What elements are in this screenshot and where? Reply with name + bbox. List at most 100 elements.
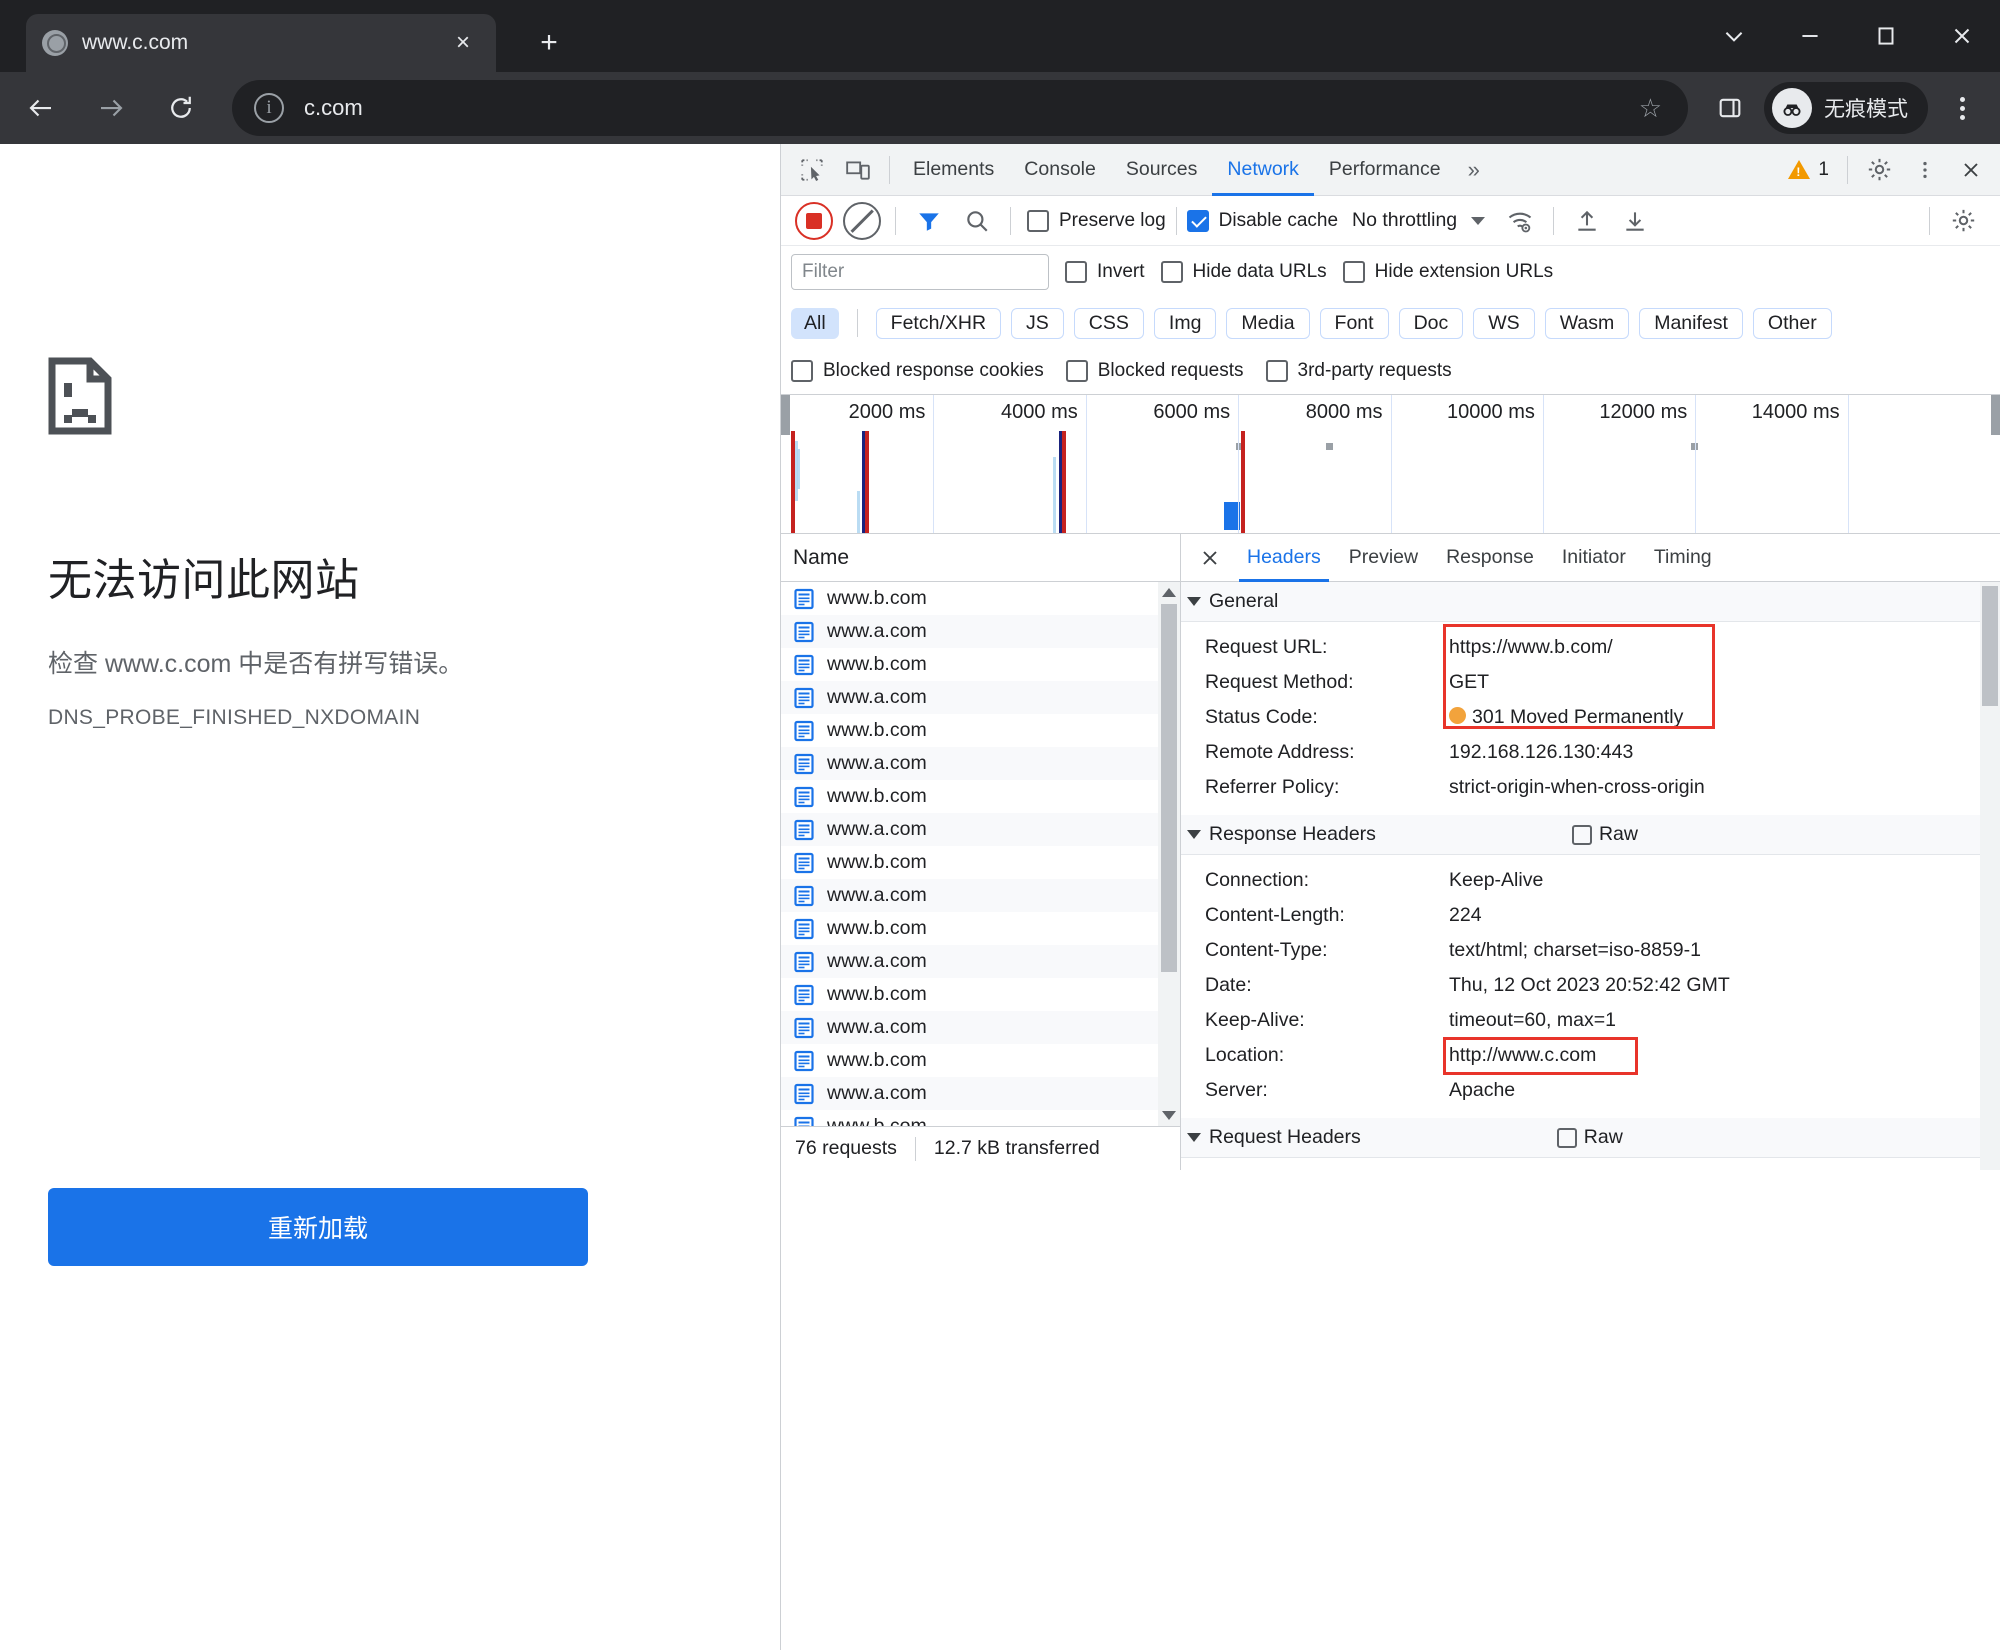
incognito-indicator[interactable]: 无痕模式 xyxy=(1764,82,1928,134)
type-filter-all[interactable]: All xyxy=(791,307,839,339)
tab-performance[interactable]: Performance xyxy=(1314,144,1456,196)
section-header-response-headers[interactable]: Response Headers Raw xyxy=(1181,815,1980,855)
tab-close-icon[interactable]: × xyxy=(446,26,480,60)
bookmark-star-icon[interactable]: ☆ xyxy=(1639,93,1666,124)
tab-elements[interactable]: Elements xyxy=(898,144,1009,196)
scrollbar-thumb[interactable] xyxy=(1982,586,1998,706)
gear-icon[interactable] xyxy=(1856,148,1902,192)
close-window-icon[interactable] xyxy=(1924,0,2000,72)
tab-sources[interactable]: Sources xyxy=(1111,144,1213,196)
type-filter-wasm[interactable]: Wasm xyxy=(1544,307,1630,339)
tab-network[interactable]: Network xyxy=(1212,144,1314,196)
reload-page-button[interactable]: 重新加载 xyxy=(48,1188,588,1266)
overview-left-grip[interactable] xyxy=(781,395,790,435)
tab-search-chevron-icon[interactable] xyxy=(1696,0,1772,72)
close-devtools-icon[interactable] xyxy=(1948,148,1994,192)
request-row[interactable]: www.a.com xyxy=(781,945,1180,978)
request-row[interactable]: www.b.com xyxy=(781,1110,1180,1126)
request-row[interactable]: www.a.com xyxy=(781,681,1180,714)
request-row[interactable]: www.b.com xyxy=(781,780,1180,813)
back-icon[interactable] xyxy=(12,79,70,137)
network-settings-gear-icon[interactable] xyxy=(1940,199,1986,243)
throttling-dropdown[interactable]: No throttling xyxy=(1352,209,1486,232)
filter-funnel-icon[interactable] xyxy=(906,199,952,243)
disable-cache-checkbox[interactable]: Disable cache xyxy=(1186,209,1338,232)
type-filter-ws[interactable]: WS xyxy=(1473,307,1535,339)
overview-right-grip[interactable] xyxy=(1991,395,2000,435)
close-detail-icon[interactable] xyxy=(1187,535,1233,581)
sad-page-icon xyxy=(48,357,112,440)
third-party-requests-checkbox[interactable]: 3rd-party requests xyxy=(1265,360,1452,382)
request-row[interactable]: www.a.com xyxy=(781,1011,1180,1044)
device-toolbar-icon[interactable] xyxy=(835,148,881,192)
forward-icon[interactable] xyxy=(82,79,140,137)
request-row[interactable]: www.a.com xyxy=(781,615,1180,648)
section-header-general[interactable]: General xyxy=(1181,582,1980,622)
type-filter-font[interactable]: Font xyxy=(1319,307,1389,339)
type-filter-img[interactable]: Img xyxy=(1153,307,1217,339)
type-filter-js[interactable]: JS xyxy=(1011,307,1064,339)
request-row[interactable]: www.b.com xyxy=(781,714,1180,747)
reload-icon[interactable] xyxy=(152,79,210,137)
section-header-request-headers[interactable]: Request Headers Raw xyxy=(1181,1118,1980,1158)
kebab-menu-icon[interactable] xyxy=(1902,148,1948,192)
type-filter-manifest[interactable]: Manifest xyxy=(1639,307,1743,339)
type-filter-doc[interactable]: Doc xyxy=(1398,307,1464,339)
site-info-icon[interactable]: i xyxy=(254,93,284,123)
browser-tab[interactable]: www.c.com × xyxy=(26,14,496,72)
request-row[interactable]: www.b.com xyxy=(781,582,1180,615)
search-icon[interactable] xyxy=(954,199,1000,243)
preserve-log-checkbox[interactable]: Preserve log xyxy=(1027,209,1166,232)
detail-tab-response[interactable]: Response xyxy=(1432,534,1548,582)
invert-checkbox[interactable]: Invert xyxy=(1065,261,1145,283)
inspect-element-icon[interactable] xyxy=(789,148,835,192)
side-panel-icon[interactable] xyxy=(1702,80,1758,136)
filter-input[interactable] xyxy=(791,254,1049,290)
request-row[interactable]: www.b.com xyxy=(781,912,1180,945)
warning-badge[interactable]: 1 xyxy=(1778,159,1839,181)
blocked-response-cookies-checkbox[interactable]: Blocked response cookies xyxy=(791,360,1044,382)
tab-console[interactable]: Console xyxy=(1009,144,1111,196)
export-har-icon[interactable] xyxy=(1612,199,1658,243)
detail-tab-preview[interactable]: Preview xyxy=(1335,534,1432,582)
detail-scrollbar[interactable] xyxy=(1980,582,2000,1170)
type-filter-other[interactable]: Other xyxy=(1752,307,1832,339)
request-list-scrollbar[interactable] xyxy=(1158,582,1180,1126)
import-har-icon[interactable] xyxy=(1564,199,1610,243)
request-row[interactable]: www.a.com xyxy=(781,1077,1180,1110)
address-bar[interactable]: i c.com ☆ xyxy=(232,80,1688,136)
hide-extension-urls-checkbox[interactable]: Hide extension URLs xyxy=(1342,261,1553,283)
hide-data-urls-checkbox[interactable]: Hide data URLs xyxy=(1160,261,1327,283)
new-tab-button[interactable]: + xyxy=(528,22,570,64)
type-filter-css[interactable]: CSS xyxy=(1073,307,1144,339)
request-row[interactable]: www.b.com xyxy=(781,1044,1180,1077)
request-row[interactable]: www.b.com xyxy=(781,648,1180,681)
network-overview-timeline[interactable]: 2000 ms 4000 ms 6000 ms 8000 ms 10000 ms 1200… xyxy=(781,394,2000,534)
detail-tab-initiator[interactable]: Initiator xyxy=(1548,534,1640,582)
request-row[interactable]: www.a.com xyxy=(781,813,1180,846)
request-row[interactable]: www.b.com xyxy=(781,846,1180,879)
raw-toggle[interactable]: Raw xyxy=(1556,1126,1623,1149)
type-filter-fetch-xhr[interactable]: Fetch/XHR xyxy=(875,307,1002,339)
type-filter-media[interactable]: Media xyxy=(1226,307,1310,339)
blocked-requests-checkbox[interactable]: Blocked requests xyxy=(1065,360,1244,382)
maximize-icon[interactable] xyxy=(1848,0,1924,72)
record-button[interactable] xyxy=(791,199,837,243)
request-row[interactable]: www.b.com xyxy=(781,978,1180,1011)
scroll-down-arrow-icon[interactable] xyxy=(1162,1111,1176,1120)
detail-tab-timing[interactable]: Timing xyxy=(1640,534,1726,582)
request-row[interactable]: www.a.com xyxy=(781,747,1180,780)
raw-toggle[interactable]: Raw xyxy=(1571,823,1638,846)
minimize-icon[interactable] xyxy=(1772,0,1848,72)
clear-button[interactable] xyxy=(839,199,885,243)
more-panels-icon[interactable]: » xyxy=(1456,157,1492,183)
scroll-up-arrow-icon[interactable] xyxy=(1162,588,1176,597)
request-list-column-header[interactable]: Name xyxy=(781,534,1180,582)
browser-menu-icon[interactable] xyxy=(1934,80,1990,136)
document-icon xyxy=(793,786,815,808)
scrollbar-thumb[interactable] xyxy=(1161,604,1177,972)
header-key: Accept: xyxy=(1181,1168,1449,1170)
detail-tab-headers[interactable]: Headers xyxy=(1233,534,1335,582)
network-conditions-icon[interactable] xyxy=(1497,199,1543,243)
request-row[interactable]: www.a.com xyxy=(781,879,1180,912)
